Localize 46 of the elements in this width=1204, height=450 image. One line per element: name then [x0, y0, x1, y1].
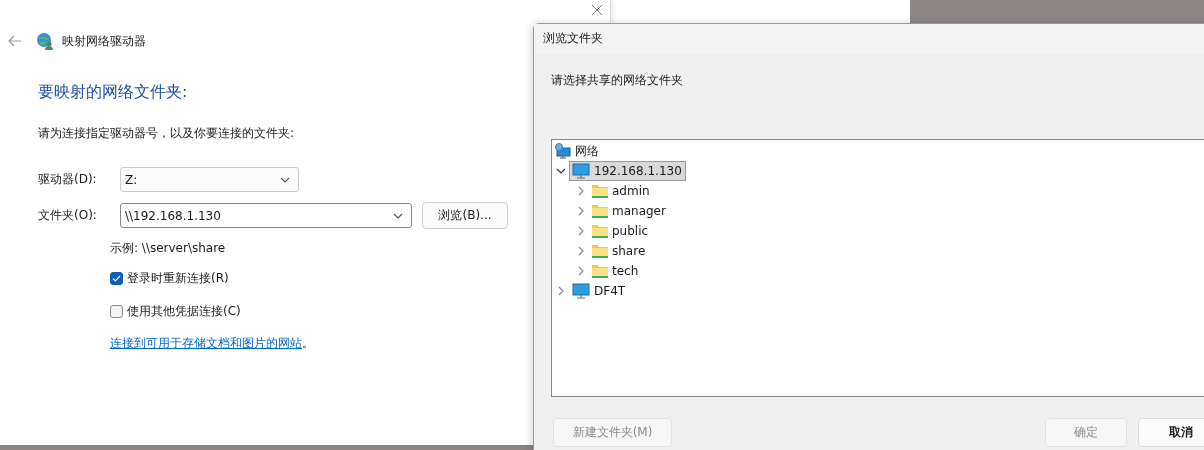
chevron-down-icon — [280, 176, 290, 183]
website-link[interactable]: 连接到可用于存储文档和图片的网站 — [110, 335, 302, 352]
folder-icon — [592, 244, 608, 258]
chevron-right-icon[interactable] — [558, 286, 564, 296]
chevron-right-icon[interactable] — [578, 246, 584, 256]
folder-icon — [592, 224, 608, 238]
chevron-right-icon[interactable] — [578, 186, 584, 196]
monitor-icon — [572, 283, 590, 299]
tree-item[interactable]: 网络 — [552, 140, 603, 162]
tree-item[interactable]: tech — [589, 262, 643, 280]
section-heading: 要映射的网络文件夹: — [38, 82, 189, 103]
checkbox-label: 使用其他凭据连接(C) — [127, 303, 241, 320]
monitor-icon — [572, 163, 590, 179]
dialog-title: 浏览文件夹 — [543, 31, 603, 45]
checkbox-label: 登录时重新连接(R) — [127, 270, 229, 287]
tree-item[interactable]: admin — [589, 182, 654, 200]
back-arrow-icon[interactable] — [8, 35, 22, 47]
network-icon — [555, 143, 571, 159]
chevron-right-icon[interactable] — [578, 266, 584, 276]
folder-icon — [592, 264, 608, 278]
checkbox[interactable] — [110, 272, 123, 285]
network-drive-icon — [36, 32, 54, 50]
example-text: 示例: \\server\share — [110, 240, 226, 257]
instruction-text: 请为连接指定驱动器号，以及你要连接的文件夹: — [38, 125, 296, 142]
folder-combobox[interactable]: \\192.168.1.130 — [120, 203, 412, 228]
folder-icon — [592, 184, 608, 198]
tree-item[interactable]: manager — [589, 202, 670, 220]
prompt-text: 请选择共享的网络文件夹 — [551, 72, 684, 89]
chevron-down-icon — [393, 212, 403, 219]
close-icon[interactable] — [591, 4, 603, 16]
browse-button[interactable]: 浏览(B)... — [422, 202, 508, 229]
chevron-right-icon[interactable] — [578, 226, 584, 236]
drive-label: 驱动器(D): — [38, 171, 97, 188]
chevron-right-icon[interactable] — [578, 206, 584, 216]
tree-item[interactable]: public — [589, 222, 653, 240]
tree-item[interactable]: 192.168.1.130 — [569, 161, 686, 181]
folder-icon — [592, 204, 608, 218]
period-text: 。 — [302, 335, 314, 352]
tree-item[interactable]: DF4T — [569, 281, 630, 301]
checkbox[interactable] — [110, 305, 123, 318]
folder-label: 文件夹(O): — [38, 207, 97, 224]
dialog-button[interactable]: 取消 — [1138, 418, 1204, 447]
chevron-down-icon[interactable] — [556, 168, 566, 174]
drive-dropdown[interactable]: Z: — [120, 167, 299, 192]
window-title: 映射网络驱动器 — [62, 32, 146, 50]
tree-item[interactable]: share — [589, 242, 650, 260]
